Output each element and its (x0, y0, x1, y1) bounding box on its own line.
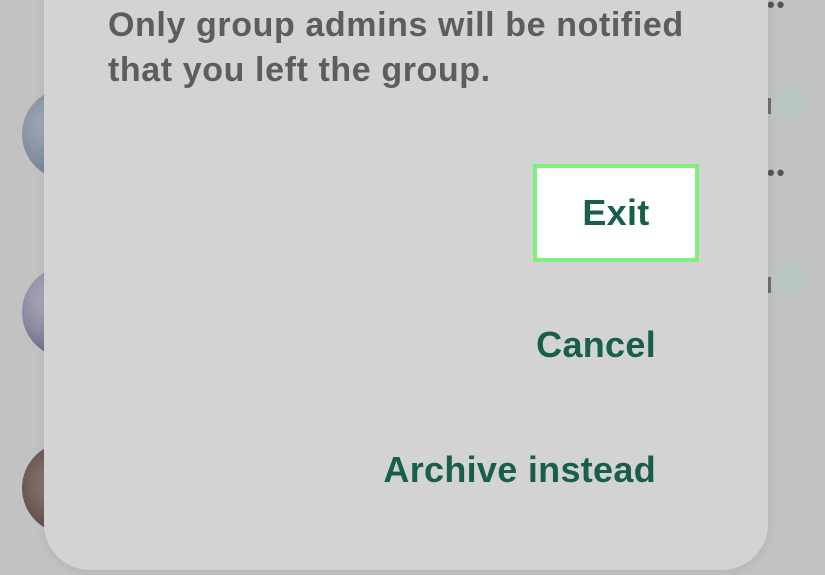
more-options-icon: •• (767, 0, 787, 17)
exit-group-dialog: Only group admins will be notified that … (44, 0, 768, 570)
unread-badge (760, 246, 820, 306)
archive-instead-button[interactable]: Archive instead (294, 445, 656, 495)
dialog-message: Only group admins will be notified that … (108, 6, 684, 89)
cancel-button[interactable]: Cancel (474, 320, 656, 370)
more-options-icon: •• (767, 160, 787, 185)
exit-button[interactable]: Exit (533, 164, 699, 262)
pin-icon (768, 277, 771, 293)
pin-icon (768, 98, 771, 114)
